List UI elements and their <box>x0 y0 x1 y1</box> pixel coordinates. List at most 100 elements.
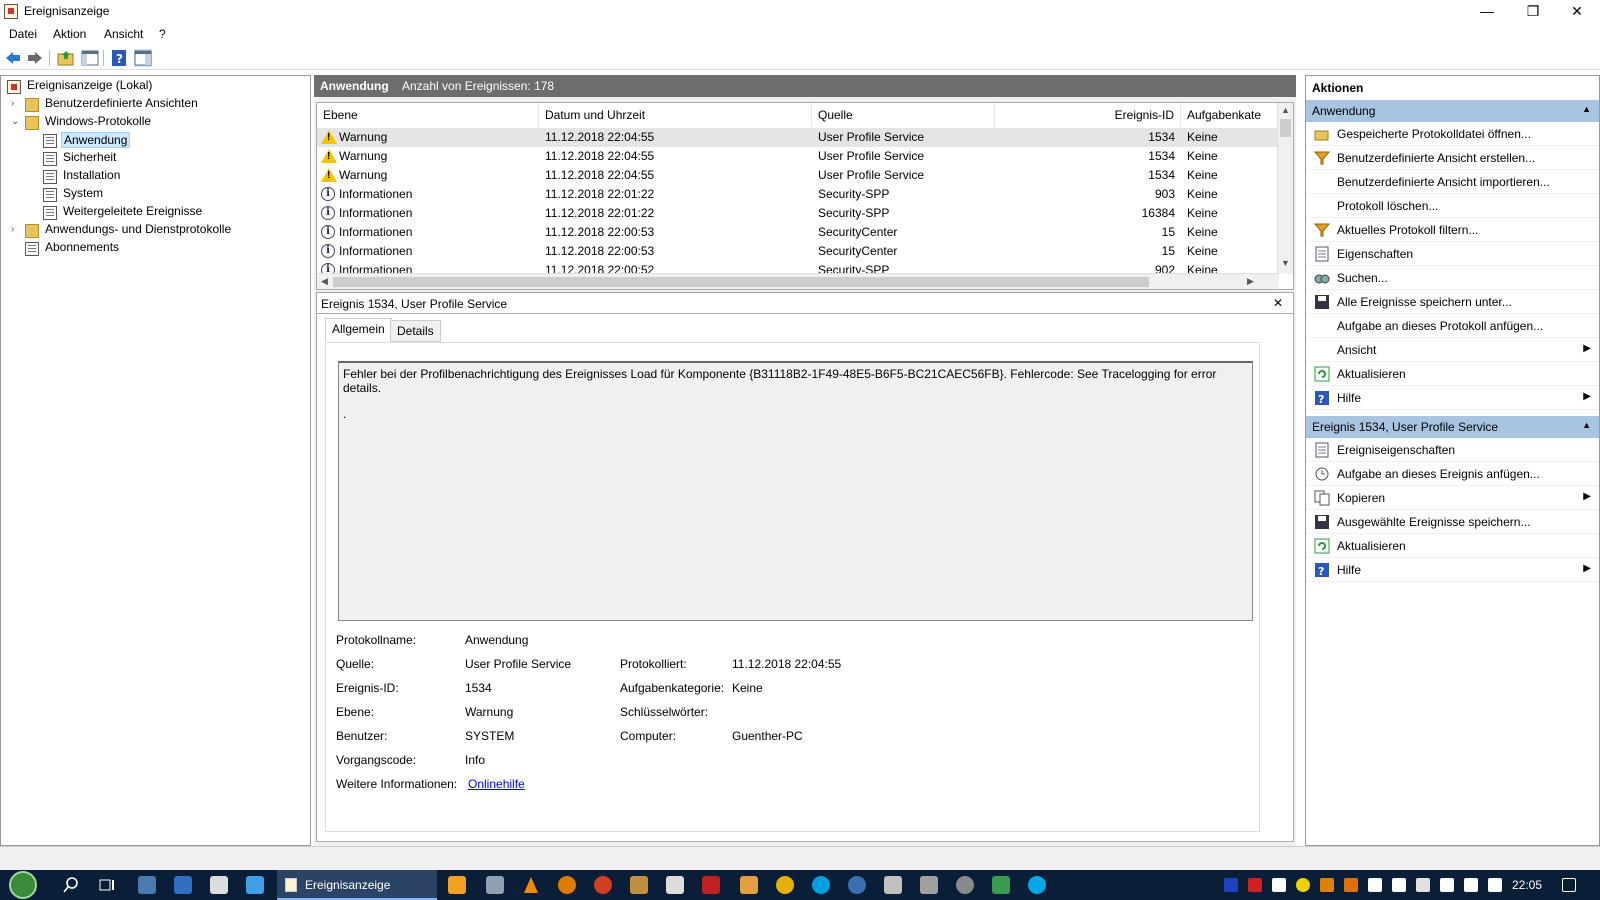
cloud-app-icon[interactable] <box>884 876 902 894</box>
action-item[interactable]: Aktualisieren <box>1306 362 1599 386</box>
tray-wave-icon[interactable] <box>1344 878 1358 892</box>
tray-shield-icon[interactable] <box>1272 878 1286 892</box>
expand-chevron-icon[interactable]: › <box>11 225 21 235</box>
tree-item[interactable]: Benutzerdefinierte Ansichten <box>25 96 200 112</box>
tab-allgemein[interactable]: Allgemein <box>325 318 392 342</box>
taskbar-clock[interactable]: 22:05 <box>1512 878 1542 892</box>
events-list[interactable]: Ebene Datum und Uhrzeit Quelle Ereignis-… <box>316 102 1294 290</box>
coin-app-icon[interactable] <box>776 876 794 894</box>
pinned-app-icon[interactable] <box>138 876 156 894</box>
vlc-icon[interactable] <box>522 876 540 894</box>
action-item[interactable]: Ansicht ▶ <box>1306 338 1599 362</box>
collapse-up-icon[interactable]: ▲ <box>1582 104 1591 114</box>
taskbar-event-viewer-button[interactable]: Ereignisanzeige <box>277 870 437 900</box>
action-item[interactable]: Suchen... <box>1306 266 1599 290</box>
action-item[interactable]: Eigenschaften <box>1306 242 1599 266</box>
scroll-thumb[interactable] <box>1280 119 1291 137</box>
globe-app-icon[interactable] <box>848 876 866 894</box>
tray-app-icon[interactable] <box>1320 878 1334 892</box>
action-item[interactable]: Aufgabe an dieses Ereignis anfügen... <box>1306 462 1599 486</box>
table-row[interactable]: Warnung 11.12.2018 22:04:55 User Profile S… <box>317 166 1279 185</box>
list-vertical-scrollbar[interactable]: ▲ ▼ <box>1277 103 1293 274</box>
tray-keyboard-icon[interactable] <box>1464 878 1478 892</box>
tray-volume-icon[interactable] <box>1488 878 1502 892</box>
tray-network-icon[interactable] <box>1440 878 1454 892</box>
tray-icon[interactable] <box>1224 878 1238 892</box>
action-pane-icon[interactable] <box>134 49 152 67</box>
close-detail-icon[interactable]: ✕ <box>1273 296 1283 310</box>
task-view-icon[interactable] <box>98 876 116 894</box>
media-app-icon[interactable] <box>448 876 466 894</box>
onlinehilfe-link[interactable]: Onlinehilfe <box>468 777 525 791</box>
gift-app-icon[interactable] <box>702 876 720 894</box>
skype-app-icon[interactable] <box>812 876 830 894</box>
action-item[interactable]: Aktuelles Protokoll filtern... <box>1306 218 1599 242</box>
edge-browser-icon[interactable] <box>174 876 192 894</box>
column-ereignis-id[interactable]: Ereignis-ID <box>995 103 1181 127</box>
table-row[interactable]: i Informationen 11.12.2018 22:00:53 Securit… <box>317 223 1279 242</box>
console-tree-icon[interactable] <box>81 49 99 67</box>
tree-item[interactable]: Abonnements <box>25 240 121 256</box>
action-item[interactable]: ? Hilfe ▶ <box>1306 558 1599 582</box>
actions-section-event[interactable]: Ereignis 1534, User Profile Service ▲ <box>1306 416 1599 438</box>
folder-up-icon[interactable] <box>57 49 75 67</box>
spider-app-icon[interactable] <box>486 876 504 894</box>
action-item[interactable]: Benutzerdefinierte Ansicht erstellen... <box>1306 146 1599 170</box>
scroll-up-icon[interactable]: ▲ <box>1281 105 1290 115</box>
action-item[interactable]: Benutzerdefinierte Ansicht importieren..… <box>1306 170 1599 194</box>
network-app-icon[interactable] <box>920 876 938 894</box>
table-row[interactable]: i Informationen 11.12.2018 22:01:22 Securit… <box>317 185 1279 204</box>
camera-icon[interactable] <box>666 876 684 894</box>
column-aufgabenkategorie[interactable]: Aufgabenkate <box>1181 103 1279 127</box>
scroll-left-icon[interactable]: ◀ <box>321 276 328 287</box>
actions-section-log[interactable]: Anwendung ▲ <box>1306 100 1599 122</box>
action-item[interactable]: Alle Ereignisse speichern unter... <box>1306 290 1599 314</box>
tree-item[interactable]: Anwendungs- und Dienstprotokolle <box>25 222 233 238</box>
column-datum[interactable]: Datum und Uhrzeit <box>539 103 812 127</box>
tree-item[interactable]: Weitergeleitete Ereignisse <box>43 204 204 220</box>
action-item[interactable]: ? Hilfe ▶ <box>1306 386 1599 410</box>
action-item[interactable]: Kopieren ▶ <box>1306 486 1599 510</box>
disc-app-icon[interactable] <box>956 876 974 894</box>
start-orb-icon[interactable] <box>9 871 37 899</box>
explorer-icon[interactable] <box>246 876 264 894</box>
tree-item[interactable]: Installation <box>43 168 122 184</box>
menu-help[interactable]: ? <box>159 27 166 41</box>
menu-ansicht[interactable]: Ansicht <box>104 27 143 41</box>
browser-app-icon[interactable] <box>992 876 1010 894</box>
tree-item[interactable]: Anwendung <box>43 132 131 148</box>
action-item[interactable]: Protokoll löschen... <box>1306 194 1599 218</box>
tree-item[interactable]: Sicherheit <box>43 150 118 166</box>
menu-datei[interactable]: Datei <box>9 27 37 41</box>
tray-mail-icon[interactable] <box>1392 878 1406 892</box>
action-item[interactable]: Ereigniseigenschaften <box>1306 438 1599 462</box>
menu-aktion[interactable]: Aktion <box>53 27 86 41</box>
skype-icon[interactable] <box>1028 876 1046 894</box>
tab-details[interactable]: Details <box>390 320 441 342</box>
list-horizontal-scrollbar[interactable]: ◀ ▶ <box>317 273 1279 289</box>
tray-smiley-icon[interactable] <box>1296 878 1310 892</box>
event-message-box[interactable]: Fehler bei der Profilbenachrichtigung de… <box>338 361 1253 621</box>
store-icon[interactable] <box>210 876 228 894</box>
table-row[interactable]: Warnung 11.12.2018 22:04:55 User Profile S… <box>317 128 1279 147</box>
table-row[interactable]: Warnung 11.12.2018 22:04:55 User Profile S… <box>317 147 1279 166</box>
action-item[interactable]: Ausgewählte Ereignisse speichern... <box>1306 510 1599 534</box>
action-item[interactable]: Aktualisieren <box>1306 534 1599 558</box>
hscroll-thumb[interactable] <box>333 277 1149 287</box>
search-icon[interactable] <box>62 876 80 894</box>
app-icon[interactable] <box>558 876 576 894</box>
minimize-button[interactable]: — <box>1464 0 1510 24</box>
collapse-up-icon[interactable]: ▲ <box>1582 420 1591 430</box>
tray-gear-icon[interactable] <box>1416 878 1430 892</box>
table-row[interactable]: i Informationen 11.12.2018 22:01:22 Securit… <box>317 204 1279 223</box>
table-row[interactable]: i Informationen 11.12.2018 22:00:53 Securit… <box>317 242 1279 261</box>
action-item[interactable]: Gespeicherte Protokolldatei öffnen... <box>1306 122 1599 146</box>
collapse-chevron-icon[interactable]: ⌄ <box>11 117 21 127</box>
scroll-down-icon[interactable]: ▼ <box>1281 258 1290 268</box>
restore-button[interactable]: ❐ <box>1510 0 1556 24</box>
tree-root[interactable]: Ereignisanzeige (Lokal) <box>7 78 154 94</box>
expand-chevron-icon[interactable]: › <box>11 99 21 109</box>
close-window-button[interactable]: ✕ <box>1554 0 1600 24</box>
tool-app-icon[interactable] <box>740 876 758 894</box>
tray-sb-icon[interactable] <box>1248 878 1262 892</box>
